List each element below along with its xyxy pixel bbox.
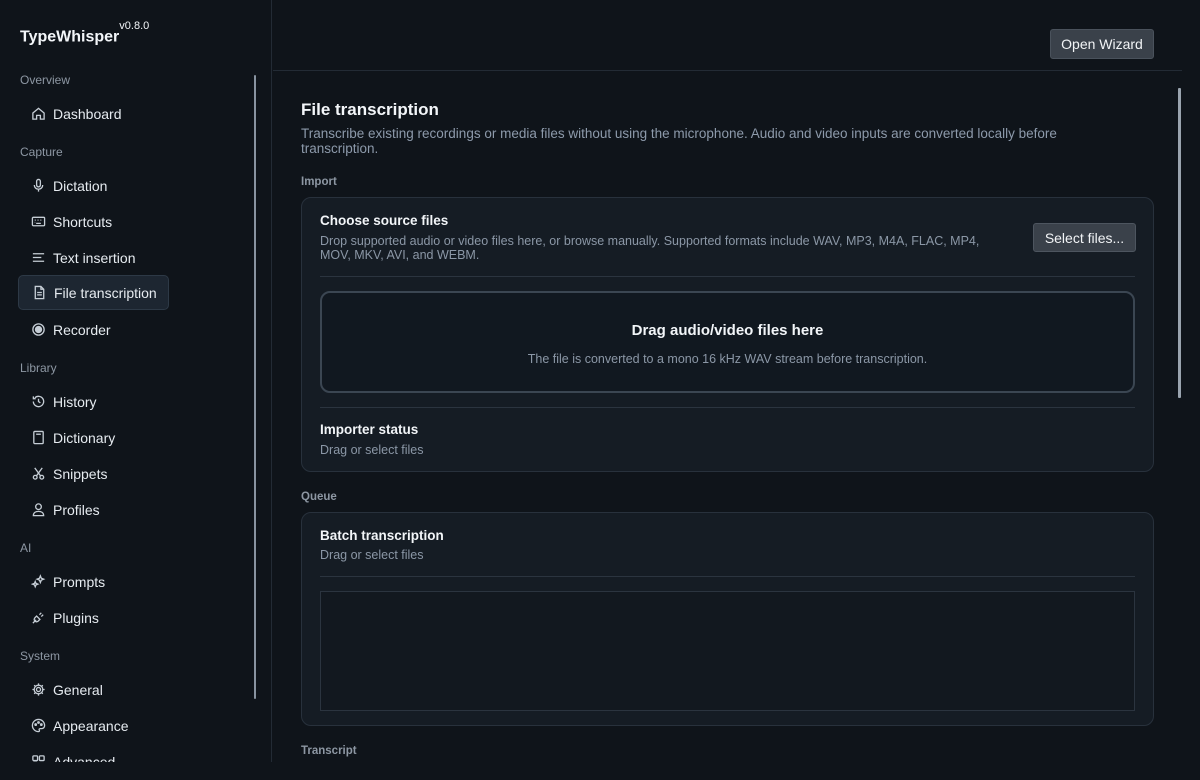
- sidebar-item-label: File transcription: [54, 284, 157, 301]
- queue-card: Batch transcription Drag or select files: [301, 512, 1154, 726]
- sidebar-item-shortcuts[interactable]: Shortcuts: [18, 204, 169, 239]
- plug-icon: [30, 610, 46, 626]
- sidebar-item-label: Prompts: [53, 573, 106, 590]
- sidebar-item-label: Dashboard: [53, 105, 122, 122]
- queue-list[interactable]: [320, 591, 1135, 711]
- sidebar-item-label: Dictation: [53, 177, 108, 194]
- sidebar-item-label: Advanced: [53, 753, 116, 763]
- sidebar-item-profiles[interactable]: Profiles: [18, 492, 169, 527]
- section-overview-label: Overview: [20, 73, 71, 87]
- sidebar-item-label: Text insertion: [53, 249, 136, 266]
- main-scrollbar[interactable]: [1178, 88, 1181, 398]
- sidebar-item-label: Dictionary: [53, 429, 116, 446]
- choose-files-description: Drop supported audio or video files here…: [320, 234, 980, 262]
- sidebar-item-file-transcription[interactable]: File transcription: [18, 275, 169, 310]
- gear-icon: [30, 682, 46, 698]
- page-title: File transcription: [301, 100, 439, 119]
- keyboard-icon: [30, 214, 46, 230]
- queue-divider: [320, 576, 1135, 577]
- transcript-section-label: Transcript: [301, 745, 357, 757]
- sidebar-item-dictionary[interactable]: Dictionary: [18, 420, 169, 455]
- sidebar-item-recorder[interactable]: Recorder: [18, 312, 169, 347]
- choose-files-title: Choose source files: [320, 213, 449, 228]
- header-divider: [273, 70, 1182, 71]
- sidebar-item-label: Plugins: [53, 609, 99, 626]
- sidebar-scrollbar[interactable]: [254, 75, 256, 699]
- queue-section-label: Queue: [301, 491, 337, 503]
- section-capture-label: Capture: [20, 145, 63, 159]
- page-description: Transcribe existing recordings or media …: [301, 126, 1057, 156]
- importer-status-title: Importer status: [320, 422, 419, 437]
- sidebar-item-snippets[interactable]: Snippets: [18, 456, 169, 491]
- advanced-icon: [30, 754, 46, 762]
- scissors-icon: [30, 466, 46, 482]
- sidebar-item-label: Profiles: [53, 501, 100, 518]
- sidebar-item-label: History: [53, 393, 97, 410]
- sidebar-item-dictation[interactable]: Dictation: [18, 168, 169, 203]
- app-version: v0.8.0: [119, 20, 150, 32]
- record-icon: [30, 322, 46, 338]
- batch-transcription-description: Drag or select files: [320, 548, 424, 562]
- app-name: TypeWhisper: [20, 28, 120, 46]
- select-files-button[interactable]: Select files...: [1033, 223, 1136, 252]
- sidebar-item-label: Recorder: [53, 321, 111, 338]
- file-dropzone[interactable]: Drag audio/video files here The file is …: [320, 291, 1135, 393]
- batch-transcription-title: Batch transcription: [320, 528, 444, 543]
- sidebar-item-history[interactable]: History: [18, 384, 169, 419]
- section-system-label: System: [20, 649, 61, 663]
- book-icon: [30, 430, 46, 446]
- import-divider-bottom: [320, 407, 1135, 408]
- dropzone-title: Drag audio/video files here: [631, 322, 824, 339]
- home-icon: [30, 106, 46, 122]
- import-divider-top: [320, 276, 1135, 277]
- sidebar-item-appearance[interactable]: Appearance: [18, 708, 169, 743]
- sidebar-item-dashboard[interactable]: Dashboard: [18, 96, 169, 131]
- sidebar-item-advanced[interactable]: Advanced: [18, 744, 169, 762]
- text-lines-icon: [30, 250, 46, 266]
- sidebar: TypeWhisperv0.8.0 Overview Dashboard Cap…: [0, 0, 272, 762]
- app-brand: TypeWhisperv0.8.0: [20, 20, 149, 46]
- sidebar-item-plugins[interactable]: Plugins: [18, 600, 169, 635]
- file-icon: [31, 285, 47, 301]
- sidebar-item-prompts[interactable]: Prompts: [18, 564, 169, 599]
- open-wizard-button[interactable]: Open Wizard: [1050, 29, 1154, 59]
- importer-status-value: Drag or select files: [320, 443, 424, 457]
- sidebar-item-text-insertion[interactable]: Text insertion: [18, 240, 169, 275]
- import-card: Choose source files Drop supported audio…: [301, 197, 1154, 472]
- section-ai-label: AI: [20, 541, 32, 555]
- user-icon: [30, 502, 46, 518]
- palette-icon: [30, 718, 46, 734]
- sidebar-item-label: Snippets: [53, 465, 108, 482]
- section-library-label: Library: [20, 361, 57, 375]
- sidebar-item-general[interactable]: General: [18, 672, 169, 707]
- sidebar-item-label: General: [53, 681, 103, 698]
- sidebar-item-label: Shortcuts: [53, 213, 113, 230]
- sidebar-item-label: Appearance: [53, 717, 129, 734]
- import-section-label: Import: [301, 176, 337, 188]
- microphone-icon: [30, 178, 46, 194]
- sparkles-icon: [30, 574, 46, 590]
- history-icon: [30, 394, 46, 410]
- dropzone-subtitle: The file is converted to a mono 16 kHz W…: [527, 352, 928, 366]
